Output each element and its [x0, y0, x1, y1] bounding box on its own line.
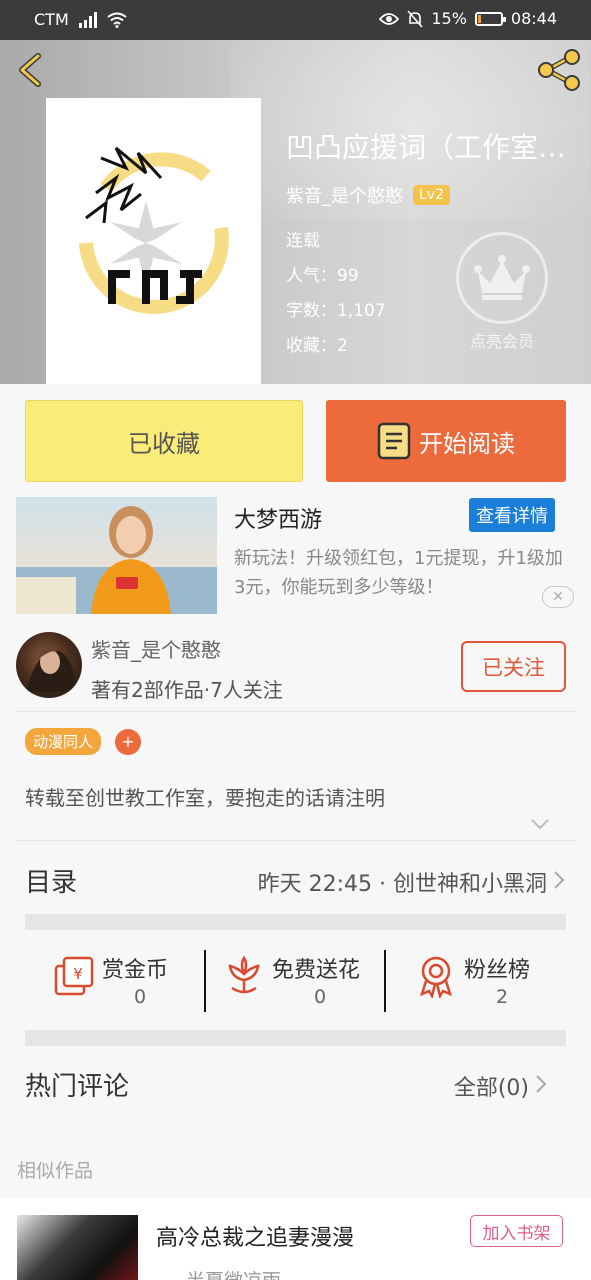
wifi-icon [107, 12, 127, 28]
avatar[interactable] [16, 632, 82, 698]
ad-description: 新玩法！升级领红包，1元提现，升1级加3元，你能玩到多少等级！ [234, 548, 563, 598]
divider [384, 950, 386, 1012]
author-line: 紫音_是个憨憨 Lv2 [286, 182, 450, 208]
hot-comments-label: 热门评论 [25, 1072, 130, 1102]
author-card[interactable]: 紫音_是个憨憨 著有2部作品·7人关注 已关注 [0, 628, 591, 712]
chevron-down-icon[interactable] [528, 812, 552, 836]
chevron-right-icon [554, 871, 565, 889]
follow-label: 已关注 [482, 655, 545, 680]
fan-ranking-button[interactable]: 粉丝榜 2 [414, 948, 544, 1014]
flower-icon [228, 955, 260, 994]
vip-label: 点亮会员 [469, 332, 534, 351]
favorites-stat: 收藏：2 [286, 336, 348, 356]
favorited-label: 已收藏 [128, 429, 200, 458]
tag-chip[interactable]: 动漫同人 [25, 728, 102, 755]
book-description: 转载至创世教工作室，要抱走的话请注明 [25, 786, 385, 810]
section-separator [25, 914, 566, 930]
medal-icon [420, 956, 452, 998]
catalog-row[interactable]: 目录 昨天 22:45 · 创世神和小黑洞 [0, 842, 591, 916]
share-icon [538, 49, 580, 91]
add-tag-button[interactable]: + [115, 729, 141, 755]
clock: 08:44 [510, 9, 557, 28]
ad-banner[interactable]: 大梦西游 查看详情 新玩法！升级领红包，1元提现，升1级加3元，你能玩到多少等级… [0, 494, 591, 616]
all-comments-link[interactable]: 全部(0) [454, 1070, 529, 1102]
author-name[interactable]: 紫音_是个憨憨 [286, 182, 403, 208]
divider [16, 840, 575, 841]
ad-detail-button[interactable]: 查看详情 [469, 498, 555, 532]
book-cover[interactable] [46, 98, 261, 384]
section-separator [25, 1030, 566, 1046]
similar-works-title: 相似作品 [17, 1160, 94, 1182]
list-item[interactable]: 高冷总裁之追妻漫漫 加入书架 半夏微凉雨 [0, 1198, 591, 1280]
ad-close-button[interactable]: ✕ [542, 586, 574, 608]
follow-button[interactable]: 已关注 [461, 641, 566, 692]
similar-title: 高冷总裁之追妻漫漫 [156, 1226, 355, 1251]
close-icon: ✕ [552, 589, 564, 605]
fan-ranking-label: 粉丝榜 [464, 958, 531, 983]
battery-percent: 15% [431, 9, 467, 28]
back-button[interactable] [12, 50, 52, 90]
level-badge: Lv2 [413, 185, 450, 205]
cover-logo-image [79, 146, 229, 314]
status-bar: CTM 15% 08:44 [0, 0, 591, 40]
ad-title: 大梦西游 [234, 508, 323, 533]
share-button[interactable] [535, 48, 583, 92]
vip-button[interactable]: 点亮会员 [455, 232, 549, 352]
catalog-label: 目录 [25, 868, 78, 898]
red-envelope-icon: ¥ [54, 956, 94, 996]
free-flower-label: 免费送花 [272, 958, 361, 983]
reward-coins-value: 0 [134, 986, 147, 1008]
author-card-summary: 著有2部作品·7人关注 [91, 678, 283, 702]
author-card-name: 紫音_是个憨憨 [91, 638, 221, 662]
book-header: 凹凸应援词（工作室… 紫音_是个憨憨 Lv2 连载 人气：99 字数：1,107… [0, 40, 591, 384]
signal-icon [78, 11, 97, 28]
free-flower-value: 0 [314, 986, 327, 1008]
book-title: 凹凸应援词（工作室… [286, 131, 567, 164]
start-reading-label: 开始阅读 [419, 429, 515, 458]
carrier-label: CTM [34, 10, 69, 29]
eye-icon [379, 12, 400, 25]
fan-ranking-value: 2 [496, 986, 509, 1008]
book-icon [377, 422, 411, 460]
reward-coins-label: 赏金币 [102, 958, 169, 983]
reward-coins-button[interactable]: ¥ 赏金币 0 [52, 948, 182, 1014]
serial-status: 连载 [286, 231, 320, 251]
popularity-stat: 人气：99 [286, 266, 359, 286]
divider [204, 950, 206, 1012]
favorited-button[interactable]: 已收藏 [25, 400, 303, 482]
hot-comments-row[interactable]: 热门评论 全部(0) [0, 1046, 591, 1126]
divider [16, 711, 575, 712]
similar-author: 半夏微凉雨 [186, 1266, 281, 1280]
reward-row: ¥ 赏金币 0 免费送花 0 粉丝榜 2 [0, 932, 591, 1030]
action-bar: 已收藏 开始阅读 [0, 384, 591, 494]
chevron-left-icon [19, 53, 41, 87]
mute-icon [407, 9, 423, 28]
battery-icon [474, 11, 506, 26]
crown-icon [474, 255, 530, 300]
start-reading-button[interactable]: 开始阅读 [326, 400, 566, 482]
ad-image[interactable] [16, 497, 217, 614]
chevron-right-icon [536, 1075, 547, 1093]
svg-text:¥: ¥ [73, 965, 83, 983]
free-flower-button[interactable]: 免费送花 0 [222, 948, 372, 1014]
latest-chapter[interactable]: 昨天 22:45 · 创世神和小黑洞 [258, 866, 547, 898]
word-count-stat: 字数：1,107 [286, 301, 386, 321]
similar-cover-image[interactable] [17, 1215, 138, 1280]
add-to-shelf-button[interactable]: 加入书架 [470, 1215, 563, 1247]
